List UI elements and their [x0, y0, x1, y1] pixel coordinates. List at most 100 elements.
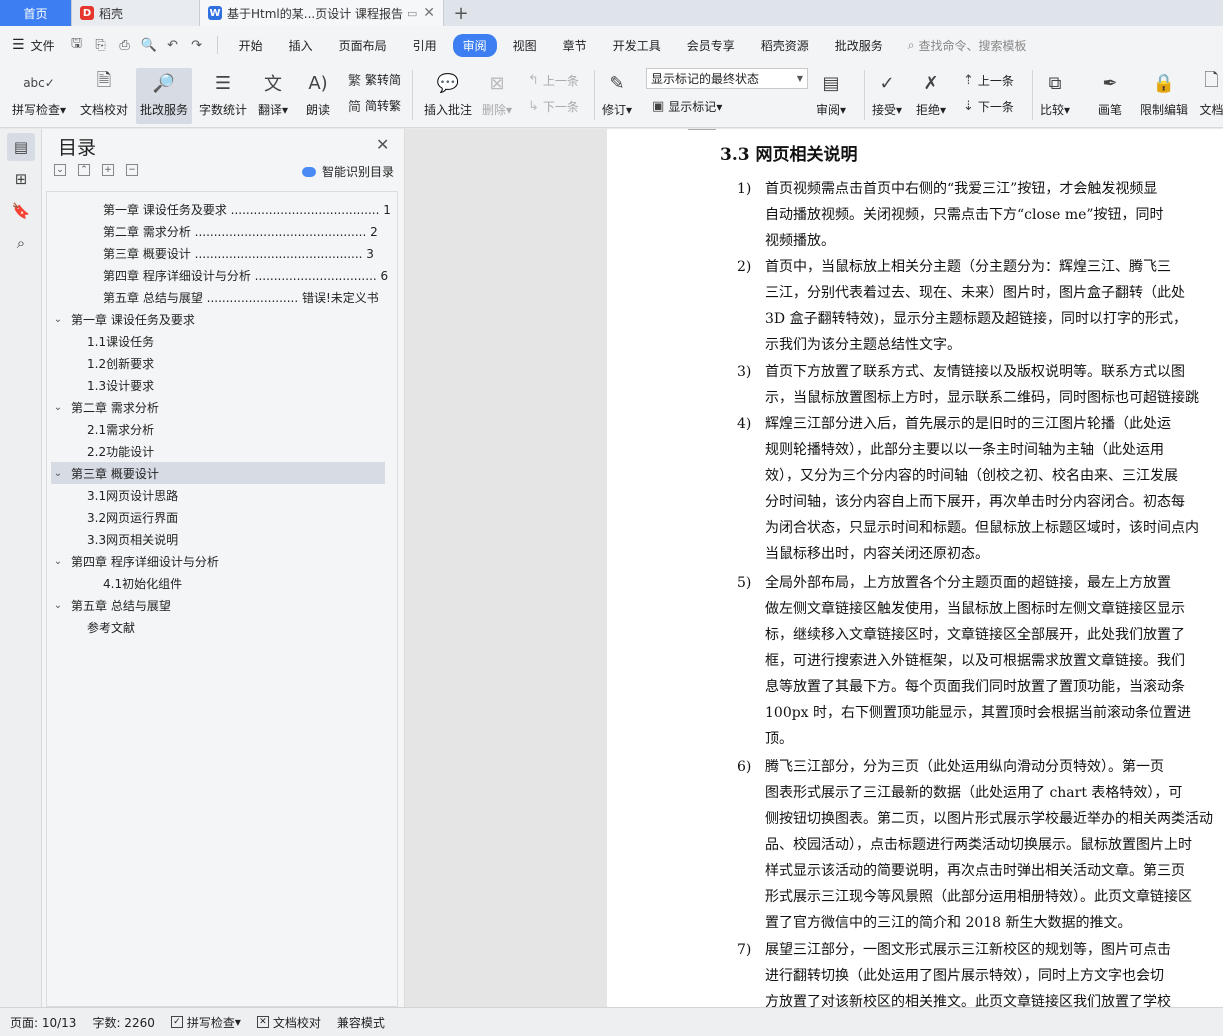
bookmark-icon[interactable]: 🔖 — [7, 197, 35, 225]
tab-daoke[interactable]: D 稻壳 — [72, 0, 200, 26]
toc-icon[interactable]: ▤ — [7, 133, 35, 161]
compare-button[interactable]: ⧉ 比较▾ — [1040, 68, 1070, 118]
doc-proof-status-label: 文档校对 — [272, 1015, 321, 1030]
correction-service-button[interactable]: 🔎 批改服务 — [136, 68, 193, 124]
menu-item-section[interactable]: 章节 — [553, 34, 597, 57]
to-simplified-button[interactable]: 简 简转繁 — [348, 96, 401, 115]
toc-item[interactable]: 第四章 程序详细设计与分析 ..........................… — [103, 264, 388, 286]
print-preview-icon[interactable]: 🔍 — [140, 37, 156, 53]
paragraph-line: 100px 时，右下侧置顶功能显示，其置顶时会根据当前滚动条位置进 — [765, 705, 1192, 721]
doc-proof-button[interactable]: 🗎 文档校对 — [80, 68, 128, 118]
command-search[interactable]: ⌕ 查找命令、搜索模板 — [908, 37, 1027, 54]
menu-item-view[interactable]: 视图 — [503, 34, 547, 57]
save-icon[interactable]: 🖫 — [69, 36, 85, 53]
toc-item[interactable]: ⌄ 第四章 程序详细设计与分析 — [51, 550, 219, 572]
next-change-label: 下一条 — [977, 100, 1014, 114]
search-icon: ⌕ — [907, 37, 915, 52]
chevron-down-icon[interactable]: ⌄ — [51, 468, 65, 479]
delete-comment-button[interactable]: ⊠ 删除▾ — [482, 68, 512, 118]
menu-item-layout[interactable]: 页面布局 — [329, 34, 397, 57]
menu-item-member[interactable]: 会员专享 — [677, 34, 745, 57]
collapse-all-icon[interactable]: ⌃ — [78, 164, 90, 176]
section-nav-icon[interactable]: ⊞ — [7, 165, 35, 193]
expand-all-icon[interactable]: ⌄ — [54, 164, 66, 176]
chevron-down-icon[interactable]: ⌄ — [51, 314, 65, 325]
toc-item[interactable]: 1.2创新要求 — [87, 352, 154, 374]
monitor-icon[interactable]: ▭ — [407, 7, 417, 20]
file-menu[interactable]: ☰ 文件 — [12, 37, 55, 54]
review-pane-button[interactable]: ▤ 审阅▾ — [816, 68, 846, 118]
restrict-edit-button[interactable]: 🔒 限制编辑 — [1140, 68, 1188, 118]
command-search-placeholder: 查找命令、搜索模板 — [918, 38, 1027, 53]
doc-proof-status[interactable]: ✕ 文档校对 — [256, 1014, 321, 1031]
add-heading-icon[interactable]: + — [102, 164, 114, 176]
chevron-down-icon[interactable]: ⌄ — [51, 402, 65, 413]
menu-item-insert[interactable]: 插入 — [279, 34, 323, 57]
redo-icon[interactable]: ↷ — [189, 37, 205, 53]
markup-display-select[interactable]: 显示标记的最终状态 ▼ — [646, 68, 808, 89]
close-icon[interactable]: ✕ — [376, 135, 389, 154]
tab-home[interactable]: 首页 — [0, 0, 72, 26]
toc-item[interactable]: 1.1课设任务 — [87, 330, 154, 352]
reject-button[interactable]: ✗ 拒绝▾ — [916, 68, 946, 118]
paragraph-line: 规则轮播特效），此部分主要以以一条主时间轴为主轴（此处运用 — [765, 442, 1164, 458]
close-icon[interactable]: ✕ — [423, 5, 435, 21]
word-count-button[interactable]: ☰ 字数统计 — [199, 68, 247, 118]
toc-item[interactable]: 3.2网页运行界面 — [87, 506, 178, 528]
toc-item[interactable]: ⌄ 第一章 课设任务及要求 — [51, 308, 195, 330]
menu-item-daoke-resources[interactable]: 稻壳资源 — [751, 34, 819, 57]
print-icon[interactable]: ⎙ — [117, 37, 133, 53]
toc-item[interactable]: 第五章 总结与展望 ........................ 错误!未定… — [103, 286, 379, 308]
toc-item[interactable]: 第三章 概要设计 ...............................… — [103, 242, 374, 264]
tab-document[interactable]: W 基于Html的某...页设计 课程报告 ▭ ✕ — [200, 0, 444, 26]
page-indicator[interactable]: 页面: 10/13 — [10, 1014, 76, 1031]
toc-item-selected[interactable]: ⌄ 第三章 概要设计 — [51, 462, 385, 484]
to-traditional-button[interactable]: 繁 繁转简 — [348, 70, 401, 89]
new-tab-button[interactable]: + — [444, 0, 478, 26]
chevron-down-icon[interactable]: ⌄ — [51, 600, 65, 611]
doc-auth-button[interactable]: 🗋 文档 — [1200, 68, 1223, 118]
menu-item-start[interactable]: 开始 — [229, 34, 273, 57]
review-pane-label: 审阅 — [816, 103, 841, 117]
search-icon[interactable]: ⌕ — [7, 229, 35, 257]
toc-item[interactable]: 1.3设计要求 — [87, 374, 154, 396]
spell-check-status[interactable]: ✓ 拼写检查 ▾ — [170, 1014, 241, 1031]
menu-item-correction[interactable]: 批改服务 — [825, 34, 893, 57]
toc-item[interactable]: 第二章 需求分析 ...............................… — [103, 220, 378, 242]
next-change-button[interactable]: ⇣ 下一条 — [963, 98, 1014, 115]
next-comment-button[interactable]: ↳ 下一条 — [528, 98, 579, 115]
spell-check-button[interactable]: abc✓ 拼写检查▾ — [12, 68, 66, 118]
toc-item[interactable]: 3.3网页相关说明 — [87, 528, 178, 550]
toc-item[interactable]: 参考文献 — [87, 616, 135, 638]
toc-item[interactable]: 第一章 课设任务及要求 ............................… — [103, 198, 391, 220]
undo-icon[interactable]: ↶ — [165, 37, 181, 53]
menu-item-reference[interactable]: 引用 — [403, 34, 447, 57]
revise-button[interactable]: ✎ 修订▾ — [602, 68, 632, 118]
compare-icon: ⧉ — [1048, 72, 1062, 94]
toc-item[interactable]: 4.1初始化组件 — [103, 572, 182, 594]
toc-item[interactable]: ⌄ 第二章 需求分析 — [51, 396, 159, 418]
paragraph-line: 框，可进行搜索进入外链框架，以及可根据需求放置文章链接。我们 — [765, 653, 1185, 669]
toc-item[interactable]: 3.1网页设计思路 — [87, 484, 178, 506]
pen-button[interactable]: ✒ 画笔 — [1096, 68, 1124, 118]
prev-comment-button[interactable]: ↰ 上一条 — [528, 72, 579, 89]
chevron-down-icon[interactable]: ⌄ — [51, 556, 65, 567]
prev-change-button[interactable]: ⇡ 上一条 — [963, 72, 1014, 89]
translate-button[interactable]: 文 翻译▾ — [258, 68, 288, 118]
word-count-status[interactable]: 字数: 2260 — [92, 1014, 154, 1031]
menu-item-developer[interactable]: 开发工具 — [603, 34, 671, 57]
paragraph-line: 展望三江部分，一图文形式展示三江新校区的规划等，图片可点击 — [765, 942, 1171, 958]
menu-item-review[interactable]: 审阅 — [452, 33, 497, 57]
delete-comment-label: 删除 — [482, 103, 507, 117]
remove-heading-icon[interactable]: − — [126, 164, 138, 176]
paragraph-line: 标，继续移入文章链接区时，文章链接区全部展开，此处我们放置了 — [765, 627, 1185, 643]
toc-item[interactable]: 2.1需求分析 — [87, 418, 154, 440]
smart-toc-button[interactable]: 智能识别目录 — [302, 163, 394, 180]
toc-item[interactable]: 2.2功能设计 — [87, 440, 154, 462]
export-pdf-icon[interactable]: ⎘ — [93, 37, 109, 53]
show-markup-button[interactable]: ▣ 显示标记 ▾ — [652, 98, 722, 115]
toc-item[interactable]: ⌄ 第五章 总结与展望 — [51, 594, 171, 616]
insert-comment-button[interactable]: 💬 插入批注 — [424, 68, 472, 118]
read-aloud-button[interactable]: A) 朗读 — [304, 68, 332, 118]
accept-button[interactable]: ✓ 接受▾ — [872, 68, 902, 118]
